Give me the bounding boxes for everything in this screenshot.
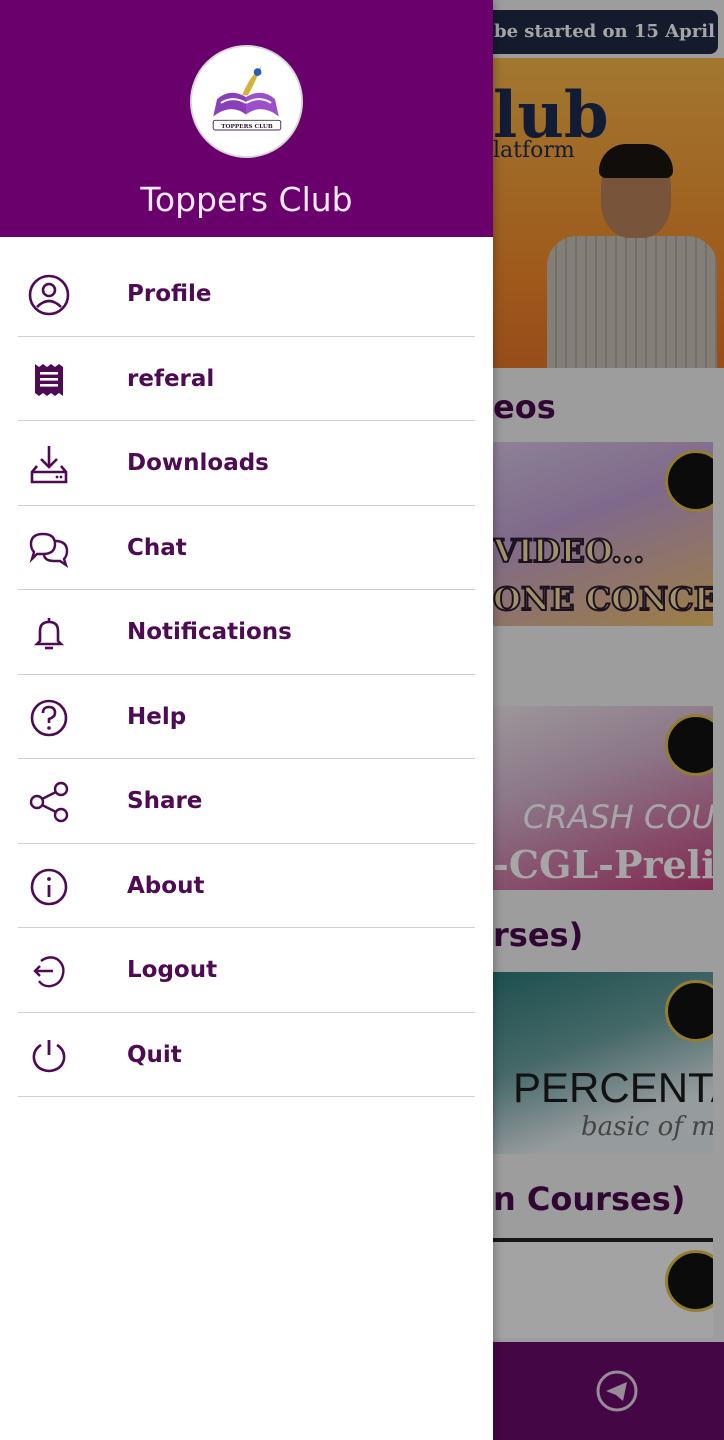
app-logo: TOPPERS CLUB: [190, 45, 303, 158]
menu-item-label: referal: [127, 365, 215, 392]
drawer-menu: Profile referal Downloads Chat Notificat…: [18, 252, 475, 1097]
menu-item-share[interactable]: Share: [18, 759, 475, 844]
help-icon: [26, 695, 72, 741]
menu-item-label: Share: [127, 788, 203, 814]
menu-item-chat[interactable]: Chat: [18, 506, 475, 590]
info-icon: [26, 864, 72, 910]
menu-item-logout[interactable]: Logout: [18, 928, 475, 1013]
menu-item-referal[interactable]: referal: [18, 337, 475, 421]
menu-item-label: Chat: [127, 534, 187, 561]
logo-text: TOPPERS CLUB: [221, 124, 273, 130]
app-name: Toppers Club: [140, 180, 353, 219]
menu-item-label: Help: [127, 703, 187, 730]
menu-item-label: Downloads: [127, 450, 269, 476]
menu-item-about[interactable]: About: [18, 844, 475, 928]
menu-item-help[interactable]: Help: [18, 675, 475, 759]
power-icon: [26, 1033, 72, 1079]
drawer-header: TOPPERS CLUB Toppers Club: [0, 0, 493, 237]
bell-icon: [26, 610, 72, 656]
menu-item-quit[interactable]: Quit: [18, 1013, 475, 1097]
share-icon: [26, 779, 72, 825]
menu-item-label: Notifications: [127, 619, 292, 645]
menu-item-notifications[interactable]: Notifications: [18, 590, 475, 675]
logout-icon: [26, 948, 72, 994]
menu-item-label: About: [127, 872, 205, 899]
receipt-icon: [26, 357, 72, 403]
menu-item-downloads[interactable]: Downloads: [18, 421, 475, 506]
navigation-drawer: TOPPERS CLUB Toppers Club Profile refera…: [0, 0, 493, 1440]
menu-item-label: Logout: [127, 957, 218, 983]
profile-icon: [26, 272, 72, 318]
download-icon: [26, 441, 72, 487]
menu-item-label: Profile: [127, 281, 212, 307]
menu-item-label: Quit: [127, 1041, 182, 1068]
menu-item-profile[interactable]: Profile: [18, 252, 475, 337]
chat-icon: [26, 526, 72, 572]
